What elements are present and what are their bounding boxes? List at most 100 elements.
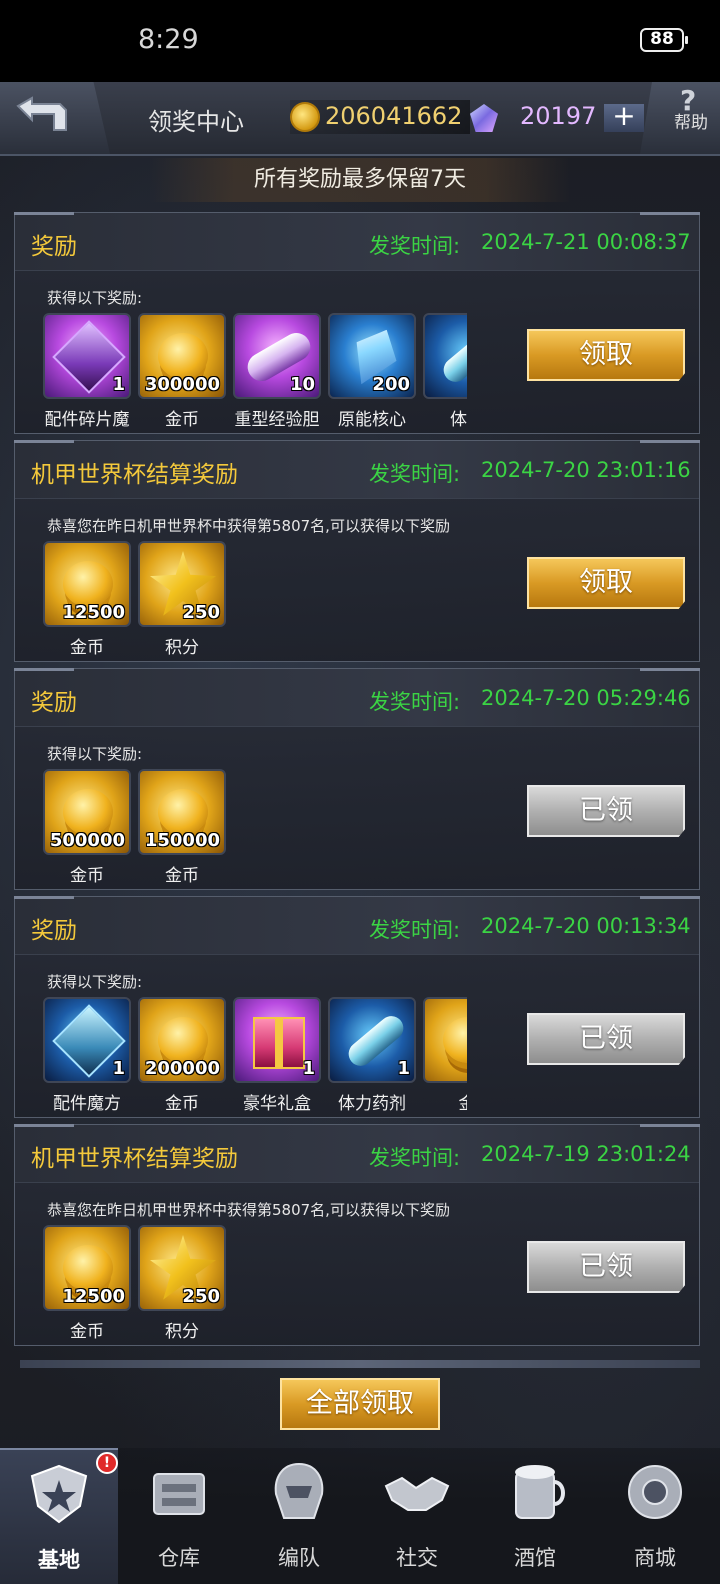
nav-item[interactable]: 商城 [596,1448,714,1584]
claimed-button[interactable]: 已领 [527,1241,685,1293]
reward-card-title: 奖励 [31,918,77,944]
reward-time: 2024-7-20 05:29:46 [481,686,691,710]
reward-card-header: 奖励 发奖时间: 2024-7-21 00:08:37 [14,212,700,271]
reward-card: 奖励 发奖时间: 2024-7-20 00:13:34 获得以下奖励: 1 配件魔方 200… [14,896,700,1118]
nav-item-label: 社交 [396,1546,438,1570]
nav-item[interactable]: 酒馆 [476,1448,594,1584]
item-art [253,1017,305,1069]
item-name: 积分 [165,638,199,658]
reward-card: 机甲世界杯结算奖励 发奖时间: 2024-7-20 23:01:16 恭喜您在昨日机甲… [14,440,700,662]
star-points-icon[interactable]: 250 [138,1225,226,1311]
gold-coin-icon[interactable]: 150000 [138,769,226,855]
nav-item-label: 酒馆 [514,1546,556,1570]
reward-time: 2024-7-20 23:01:16 [481,458,691,482]
item-count: 1 [397,1058,410,1079]
stamina-potion-icon[interactable] [423,313,467,399]
notice-banner: 所有奖励最多保留7天 [150,158,570,202]
item-name: 配件魔方 [53,1094,121,1114]
reward-time-label: 发奖时间: [369,690,461,714]
star-points-icon[interactable]: 250 [138,541,226,627]
item-name: 重型经验胆 [234,410,320,430]
add-gems-button[interactable]: + [604,102,644,132]
reward-item: 150000 金币 [138,769,226,889]
item-art [63,561,113,607]
item-count: 200000 [144,1058,220,1079]
item-count: 500000 [49,830,125,851]
notification-badge: ! [96,1452,118,1474]
nav-item[interactable]: 社交 [358,1448,476,1584]
gold-coin-icon[interactable]: 150 [423,997,467,1083]
item-art [438,327,467,387]
warehouse-icon [144,1460,214,1524]
item-count: 150000 [144,830,220,851]
crystal-core-icon[interactable]: 200 [328,313,416,399]
reward-time-label: 发奖时间: [369,462,461,486]
cube-blue-icon[interactable]: 1 [43,997,131,1083]
item-name: 原能核心 [338,410,406,430]
reward-time: 2024-7-19 23:01:24 [481,1142,691,1166]
reward-item: 1 配件碎片魔 [43,313,131,433]
item-name: 金 [415,1089,468,1114]
reward-item: 250 积分 [138,1225,226,1345]
nav-item-label: 仓库 [158,1546,200,1570]
exp-capsule-icon[interactable]: 10 [233,313,321,399]
gold-value: 206041662 [325,102,463,130]
gold-coin-icon[interactable]: 200000 [138,997,226,1083]
reward-item: 200 原能核心 [328,313,416,433]
cube-purple-icon[interactable]: 1 [43,313,131,399]
reward-time: 2024-7-20 00:13:34 [481,914,691,938]
reward-items-list: 12500 金币 250 积分 [43,1225,467,1345]
formation-icon [264,1460,334,1524]
gold-coin-icon[interactable]: 300000 [138,313,226,399]
reward-item: 200000 金币 [138,997,226,1117]
item-name: 体力药剂 [338,1094,406,1114]
reward-item: 10 重型经验胆 [233,313,321,433]
reward-item: 体力 [423,313,467,433]
reward-item: 250 积分 [138,541,226,661]
item-count: 1 [302,1058,315,1079]
item-art [63,789,113,835]
item-art [158,333,208,379]
claim-button[interactable]: 领取 [527,557,685,609]
item-art [158,1017,208,1063]
reward-items-list: 1 配件碎片魔 300000 金币 10 重型经验胆 200 原能核心 体力 [43,313,467,433]
reward-item: 12500 金币 [43,541,131,661]
item-count: 10 [289,374,315,395]
reward-description: 恭喜您在昨日机甲世界杯中获得第5807名,可以获得以下奖励 [47,517,450,535]
base-icon [24,1462,94,1526]
reward-card-title: 机甲世界杯结算奖励 [31,462,238,488]
reward-time: 2024-7-21 00:08:37 [481,230,691,254]
back-button[interactable] [0,82,110,154]
nav-item[interactable]: 编队 [240,1448,358,1584]
reward-card-header: 奖励 发奖时间: 2024-7-20 00:13:34 [14,896,700,955]
item-art [63,1245,113,1291]
reward-description: 获得以下奖励: [47,745,143,763]
item-art [158,789,208,835]
help-label[interactable]: 帮助 [674,108,708,133]
reward-time-label: 发奖时间: [369,918,461,942]
item-name: 配件碎片魔 [44,410,130,430]
status-bar: 8:29 88 [0,0,720,82]
gold-coin-icon[interactable]: 500000 [43,769,131,855]
nav-item-label: 编队 [278,1546,320,1570]
gold-coin-icon[interactable]: 12500 [43,541,131,627]
reward-card-title: 奖励 [31,234,77,260]
gold-coin-icon[interactable]: 12500 [43,1225,131,1311]
nav-item[interactable]: 仓库 [120,1448,238,1584]
reward-item: 150金 [423,997,467,1117]
reward-time-label: 发奖时间: [369,234,461,258]
reward-time-label: 发奖时间: [369,1146,461,1170]
item-art [443,1017,467,1063]
claim-button[interactable]: 领取 [527,329,685,381]
gift-box-icon[interactable]: 1 [233,997,321,1083]
page-title: 领奖中心 [148,108,244,136]
stamina-potion-icon[interactable]: 1 [328,997,416,1083]
claimed-button[interactable]: 已领 [527,1013,685,1065]
item-name: 金币 [70,638,104,658]
back-arrow-icon [16,96,67,131]
claim-all-button[interactable]: 全部领取 [280,1378,440,1430]
item-count: 300000 [144,374,220,395]
reward-card-title: 机甲世界杯结算奖励 [31,1146,238,1172]
reward-item: 300000 金币 [138,313,226,433]
claimed-button[interactable]: 已领 [527,785,685,837]
